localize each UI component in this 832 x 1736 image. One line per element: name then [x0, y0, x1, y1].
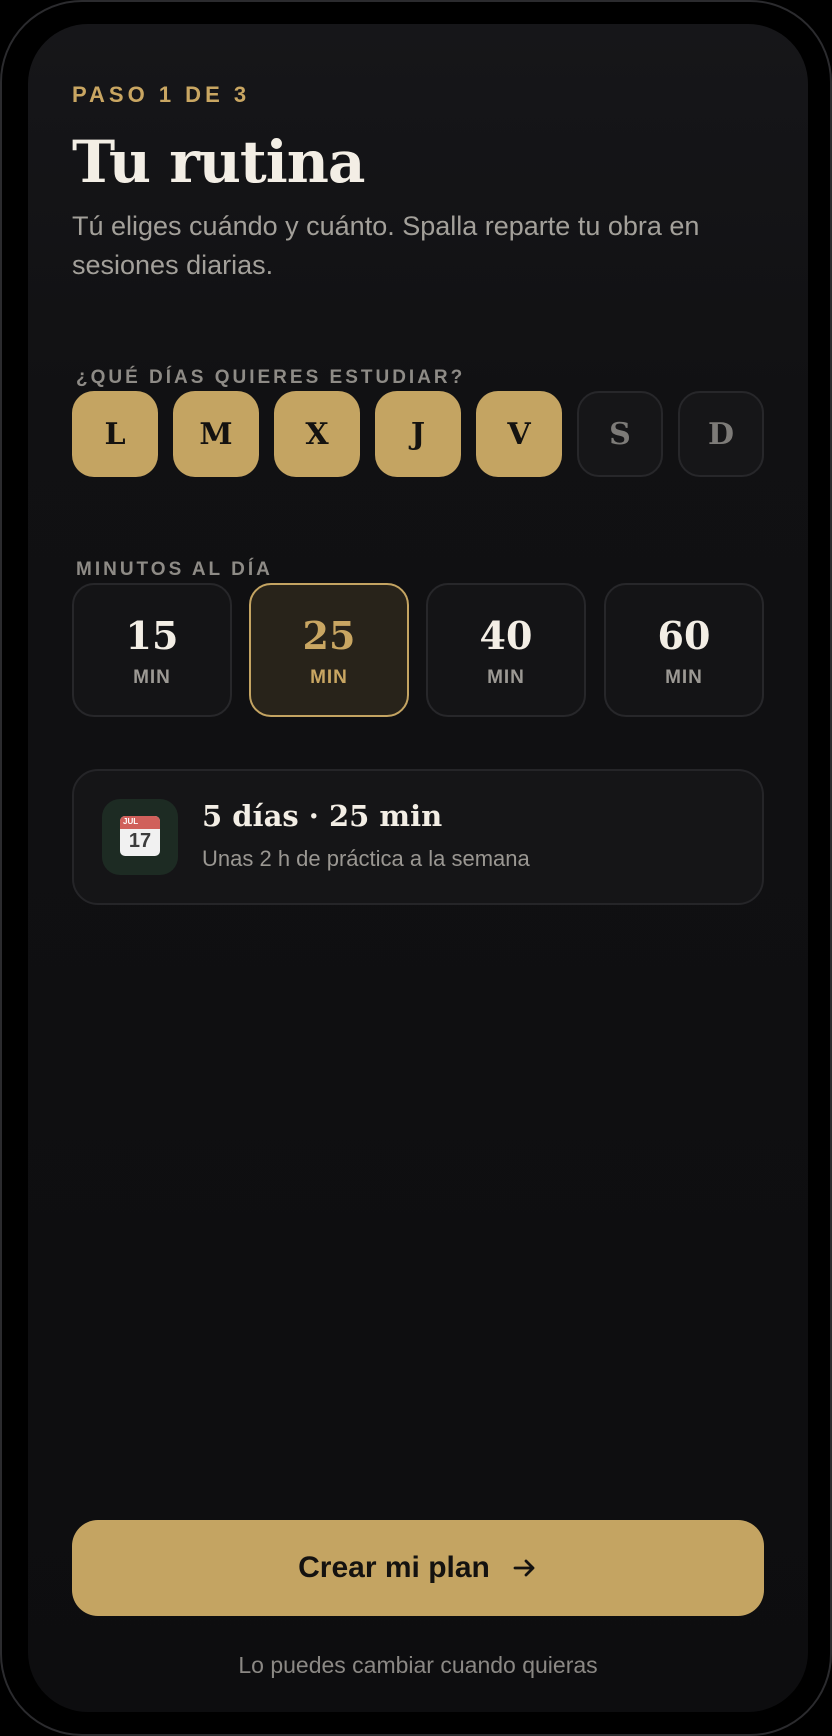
day-toggle-friday[interactable]: V — [476, 391, 562, 477]
create-plan-button[interactable]: Crear mi plan — [72, 1520, 764, 1616]
days-section-label: ¿QUÉ DÍAS QUIERES ESTUDIAR? — [76, 367, 466, 388]
day-toggle-wednesday[interactable]: X — [274, 391, 360, 477]
minutes-option-40[interactable]: 40 MIN — [426, 583, 586, 717]
step-indicator: PASO 1 DE 3 — [72, 82, 251, 107]
page-title: Tu rutina — [72, 128, 365, 196]
calendar-day: 17 — [128, 830, 152, 852]
minutes-value: 60 — [657, 613, 711, 658]
day-toggle-saturday[interactable]: S — [577, 391, 663, 477]
device-frame: PASO 1 DE 3 Tu rutina Tú eliges cuándo y… — [0, 0, 832, 1736]
summary-subtitle: Unas 2 h de práctica a la semana — [202, 846, 530, 871]
minutes-selector: 15 MIN 25 MIN 40 MIN 60 MIN — [72, 583, 764, 717]
calendar-icon: JUL 17 — [102, 799, 178, 875]
minutes-unit: MIN — [310, 667, 348, 688]
minutes-unit: MIN — [133, 667, 171, 688]
minutes-value: 40 — [479, 613, 533, 658]
day-toggle-monday[interactable]: L — [72, 391, 158, 477]
app-screen: PASO 1 DE 3 Tu rutina Tú eliges cuándo y… — [28, 24, 808, 1712]
arrow-right-icon — [513, 1559, 535, 1577]
summary-title: 5 días · 25 min — [202, 799, 443, 833]
day-toggle-sunday[interactable]: D — [678, 391, 764, 477]
footnote: Lo puedes cambiar cuando quieras — [238, 1652, 598, 1678]
minutes-option-25[interactable]: 25 MIN — [249, 583, 409, 717]
minutes-option-60[interactable]: 60 MIN — [604, 583, 764, 717]
page-subtitle: Tú eliges cuándo y cuánto. Spalla repart… — [72, 211, 700, 280]
day-toggle-thursday[interactable]: J — [375, 391, 461, 477]
day-toggle-tuesday[interactable]: M — [173, 391, 259, 477]
create-plan-label: Crear mi plan — [298, 1551, 490, 1584]
calendar-glyph: JUL 17 — [120, 816, 160, 856]
minutes-value: 15 — [125, 613, 179, 658]
plan-summary-card: JUL 17 5 días · 25 min Unas 2 h de práct… — [72, 769, 764, 905]
calendar-month: JUL — [123, 817, 139, 826]
minutes-section-label: MINUTOS AL DÍA — [76, 559, 273, 580]
day-selector: L M X J V S D — [72, 391, 764, 477]
minutes-unit: MIN — [487, 667, 525, 688]
minutes-option-15[interactable]: 15 MIN — [72, 583, 232, 717]
minutes-value: 25 — [302, 613, 356, 658]
minutes-unit: MIN — [665, 667, 703, 688]
